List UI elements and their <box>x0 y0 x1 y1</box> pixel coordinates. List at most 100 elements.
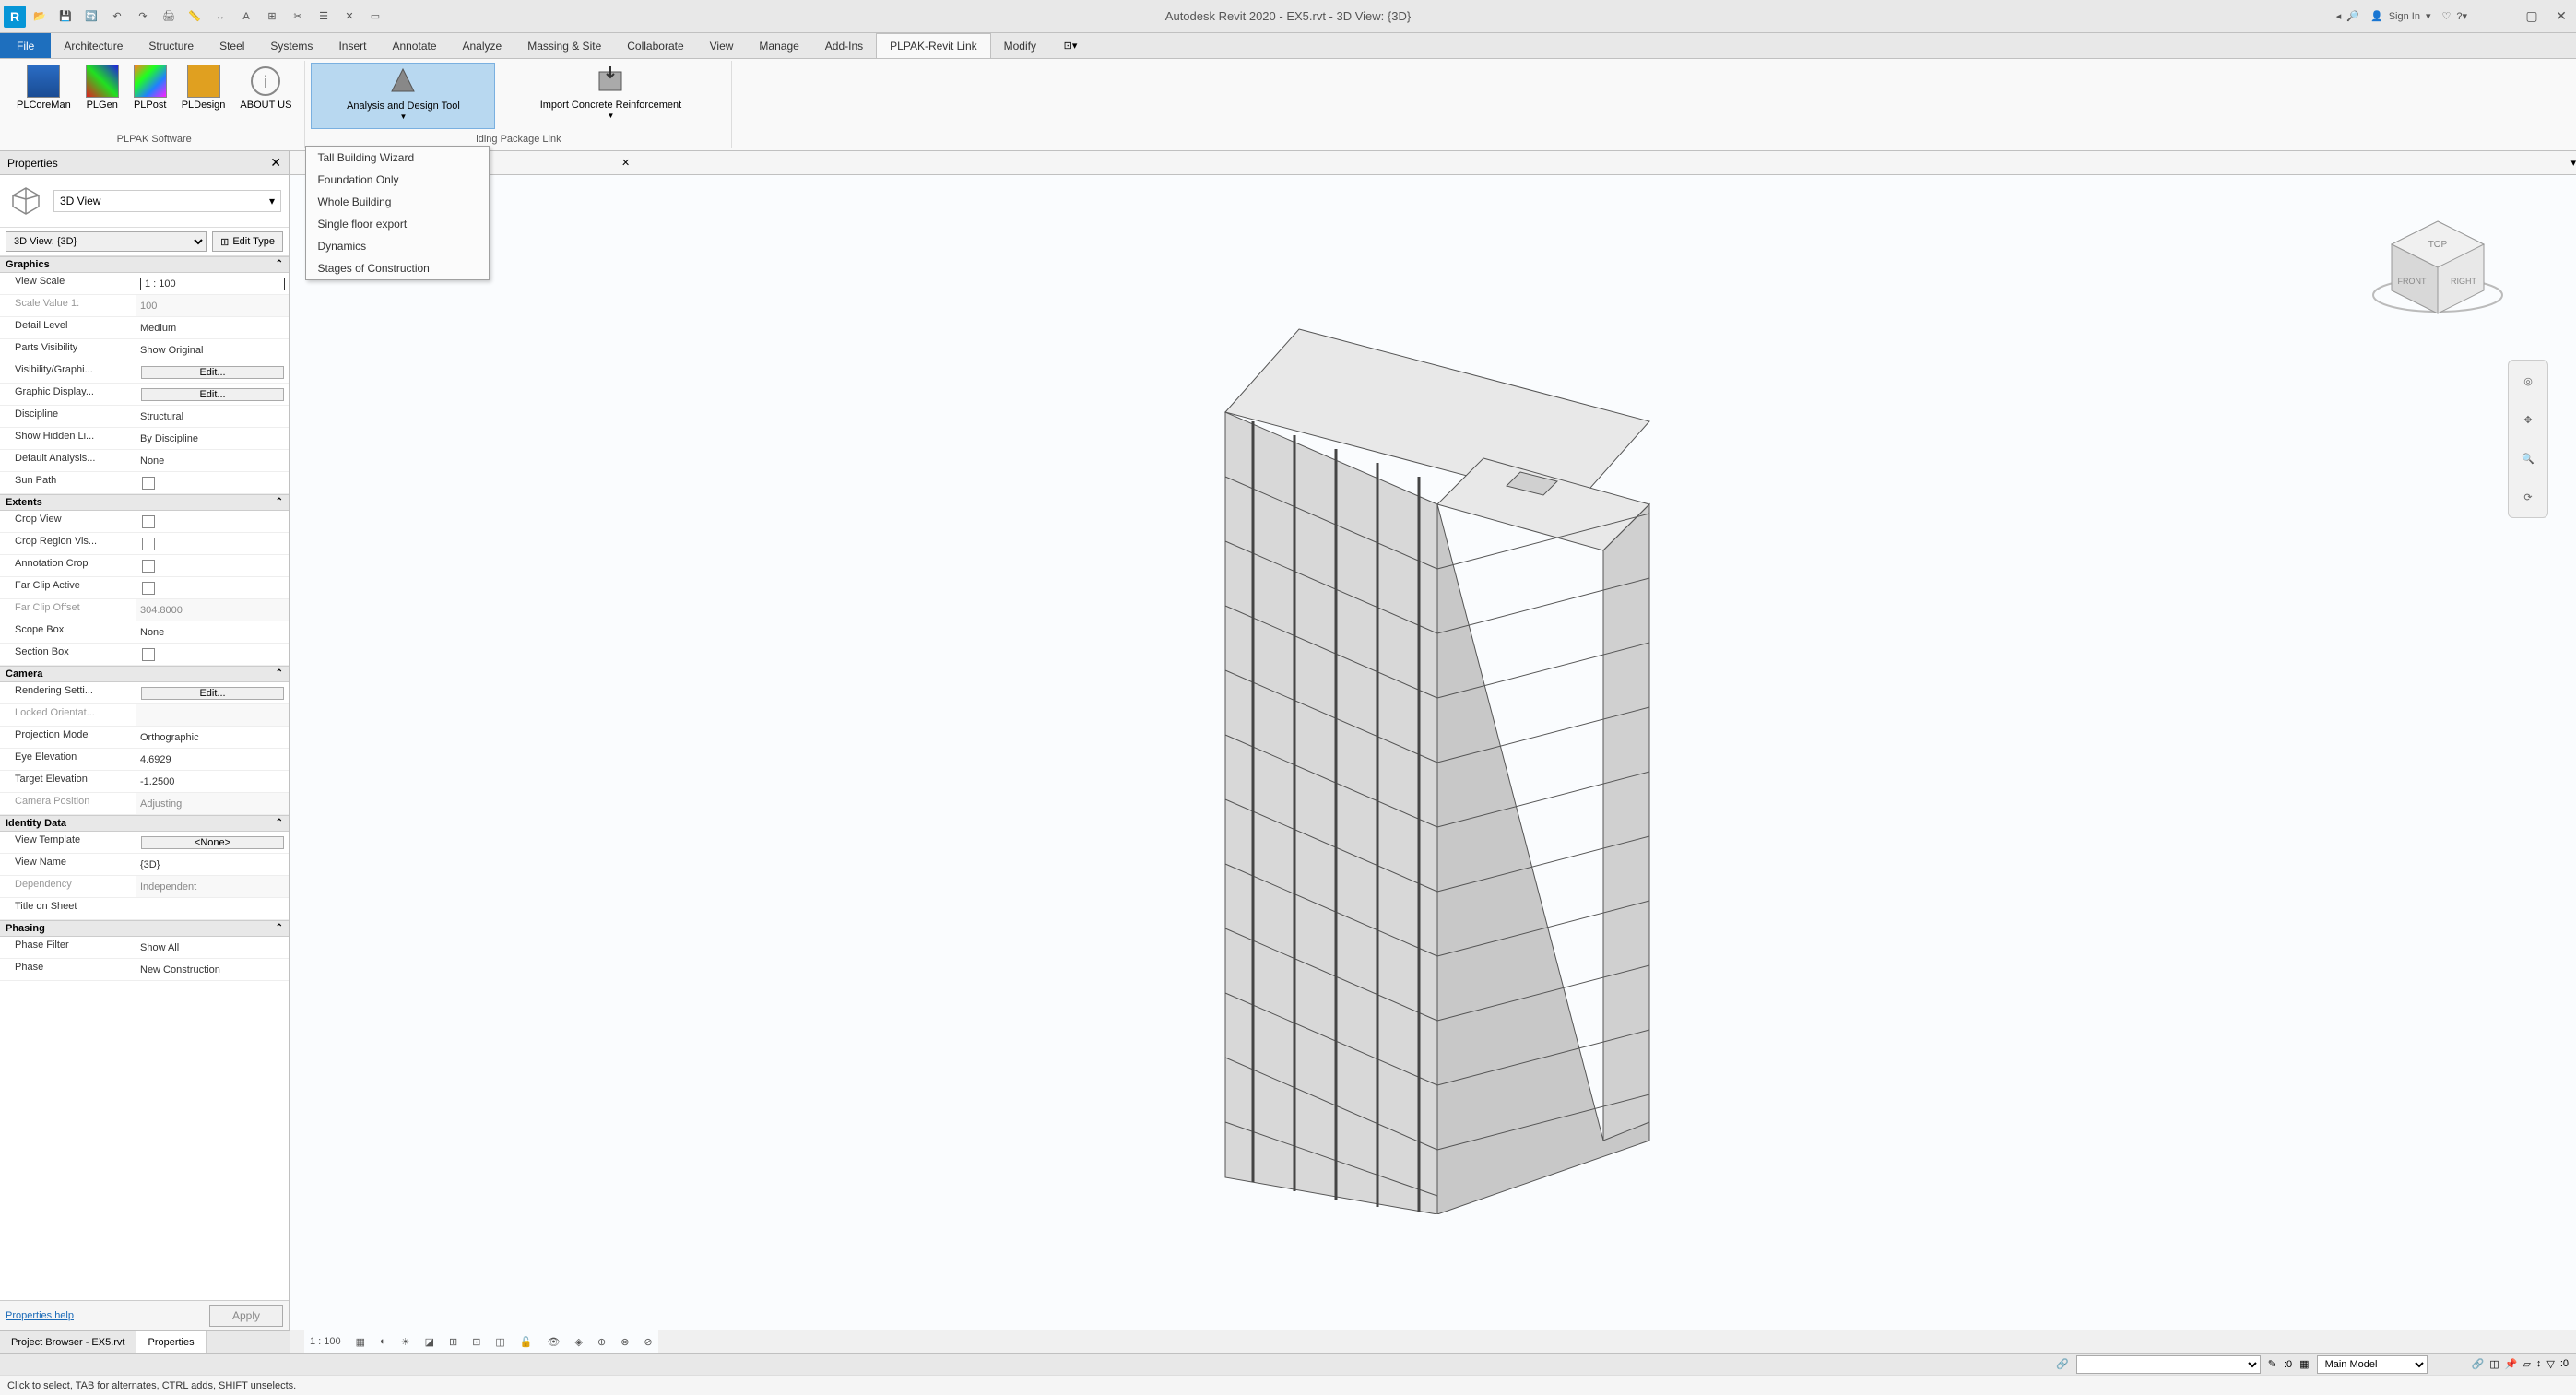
qat-undo-icon[interactable]: ↶ <box>105 5 129 29</box>
tab-close-button[interactable]: ✕ <box>621 157 630 169</box>
section-box-checkbox[interactable] <box>142 648 155 661</box>
type-dropdown[interactable]: 3D View ▾ <box>53 190 281 212</box>
plcoreman-button[interactable]: PLCoreMan <box>9 63 78 129</box>
qat-filter-icon[interactable]: ☰ <box>312 5 336 29</box>
vcb-shadow-icon[interactable]: ◪ <box>419 1336 440 1348</box>
model-select[interactable]: Main Model <box>2317 1355 2428 1374</box>
qat-switch-icon[interactable]: ▭ <box>363 5 387 29</box>
view-scale-input[interactable]: 1 : 100 <box>140 278 285 290</box>
qat-save-icon[interactable]: 💾 <box>53 5 77 29</box>
vcb-reveal-icon[interactable]: ◈ <box>570 1336 588 1348</box>
select-link-icon[interactable]: 🔗 <box>2056 1358 2069 1370</box>
favorites-icon[interactable]: ♡ <box>2441 10 2451 22</box>
graphic-edit-button[interactable]: Edit... <box>141 388 284 401</box>
nav-orbit-icon[interactable]: ⟳ <box>2513 482 2543 512</box>
search-icon[interactable]: 🔎 <box>2346 10 2359 22</box>
tab-modify[interactable]: Modify <box>991 33 1049 58</box>
far-clip-checkbox[interactable] <box>142 582 155 595</box>
view-cube[interactable]: TOP FRONT RIGHT <box>2355 203 2521 332</box>
vcb-crop-icon[interactable]: ⊡ <box>467 1336 486 1348</box>
tab-steel[interactable]: Steel <box>207 33 257 58</box>
apply-button[interactable]: Apply <box>209 1305 283 1327</box>
dropdown-dynamics[interactable]: Dynamics <box>306 235 489 257</box>
qat-section-icon[interactable]: ✂ <box>286 5 310 29</box>
tab-analyze[interactable]: Analyze <box>450 33 515 58</box>
dropdown-foundation[interactable]: Foundation Only <box>306 169 489 191</box>
qat-measure-icon[interactable]: 📏 <box>183 5 207 29</box>
scale-display[interactable]: 1 : 100 <box>304 1336 347 1347</box>
tab-addins[interactable]: Add-Ins <box>812 33 876 58</box>
tab-manage[interactable]: Manage <box>746 33 811 58</box>
dropdown-whole-building[interactable]: Whole Building <box>306 191 489 213</box>
filter-selection-icon[interactable]: ▽ <box>2546 1358 2554 1370</box>
signin-button[interactable]: 👤 Sign In ▾ <box>2365 8 2436 24</box>
qat-redo-icon[interactable]: ↷ <box>131 5 155 29</box>
vcb-detail-icon[interactable]: ▦ <box>350 1336 371 1348</box>
aboutus-button[interactable]: i ABOUT US <box>232 63 299 129</box>
building-model[interactable] <box>1133 292 1732 1214</box>
dropdown-tall-building[interactable]: Tall Building Wizard <box>306 147 489 169</box>
edit-type-button[interactable]: ⊞ Edit Type <box>212 231 283 252</box>
tab-insert[interactable]: Insert <box>325 33 379 58</box>
collapse-icon[interactable]: ⌃ <box>276 497 283 508</box>
filter-pinned-icon[interactable]: 📌 <box>2505 1358 2518 1370</box>
file-tab[interactable]: File <box>0 33 51 58</box>
vcb-analytical-icon[interactable]: ⊗ <box>615 1336 634 1348</box>
import-reinforcement-button[interactable]: Import Concrete Reinforcement ▼ <box>495 63 726 129</box>
keyboard-icon[interactable]: ◂ <box>2336 10 2342 22</box>
help-icon[interactable]: ?▾ <box>2456 10 2467 22</box>
vcb-unlock-icon[interactable]: 🔓 <box>514 1336 538 1348</box>
qat-text-icon[interactable]: A <box>234 5 258 29</box>
filter-drag-icon[interactable]: ↕ <box>2536 1358 2542 1370</box>
workset-select[interactable] <box>2076 1355 2261 1374</box>
dropdown-stages[interactable]: Stages of Construction <box>306 257 489 279</box>
tab-view[interactable]: View <box>697 33 747 58</box>
collapse-icon[interactable]: ⌃ <box>276 668 283 680</box>
crop-view-checkbox[interactable] <box>142 515 155 528</box>
dropdown-single-floor[interactable]: Single floor export <box>306 213 489 235</box>
maximize-button[interactable]: ▢ <box>2521 6 2543 28</box>
tab-plpak[interactable]: PLPAK-Revit Link <box>876 33 990 58</box>
nav-wheel-icon[interactable]: ◎ <box>2513 366 2543 396</box>
category-extents[interactable]: Extents⌃ <box>0 494 289 511</box>
tab-annotate[interactable]: Annotate <box>379 33 449 58</box>
qat-close-hidden-icon[interactable]: ✕ <box>337 5 361 29</box>
category-camera[interactable]: Camera⌃ <box>0 666 289 682</box>
properties-help-link[interactable]: Properties help <box>6 1310 74 1321</box>
qat-align-icon[interactable]: ↔ <box>208 5 232 29</box>
filter-links-icon[interactable]: 🔗 <box>2472 1358 2485 1370</box>
crop-region-checkbox[interactable] <box>142 538 155 550</box>
vcb-constraint-icon[interactable]: ⊕ <box>592 1336 611 1348</box>
editable-icon[interactable]: ✎ <box>2268 1358 2276 1370</box>
drawing-canvas[interactable]: TOP FRONT RIGHT ◎ ✥ 🔍 ⟳ <box>290 175 2576 1330</box>
nav-pan-icon[interactable]: ✥ <box>2513 405 2543 434</box>
category-phasing[interactable]: Phasing⌃ <box>0 920 289 937</box>
category-identity[interactable]: Identity Data⌃ <box>0 815 289 832</box>
pldesign-button[interactable]: PLDesign <box>174 63 233 129</box>
collapse-icon[interactable]: ⌃ <box>276 923 283 934</box>
filter-underlay-icon[interactable]: ◫ <box>2489 1358 2499 1370</box>
visibility-edit-button[interactable]: Edit... <box>141 366 284 379</box>
tab-collaborate[interactable]: Collaborate <box>614 33 696 58</box>
analysis-design-button[interactable]: Analysis and Design Tool ▼ <box>311 63 495 129</box>
vcb-style-icon[interactable]: ◐ <box>374 1336 392 1347</box>
ribbon-options-icon[interactable]: ⊡▾ <box>1057 33 1084 58</box>
qat-window-icon[interactable]: ⊞ <box>260 5 284 29</box>
properties-tab[interactable]: Properties <box>136 1331 206 1353</box>
template-button[interactable]: <None> <box>141 836 284 849</box>
nav-zoom-icon[interactable]: 🔍 <box>2513 443 2543 473</box>
qat-open-icon[interactable]: 📂 <box>28 5 52 29</box>
tab-options-icon[interactable]: ▾ <box>2570 157 2576 169</box>
qat-sync-icon[interactable]: 🔄 <box>79 5 103 29</box>
vcb-cropshow-icon[interactable]: ◫ <box>490 1336 510 1348</box>
collapse-icon[interactable]: ⌃ <box>276 259 283 270</box>
tab-architecture[interactable]: Architecture <box>51 33 136 58</box>
tab-structure[interactable]: Structure <box>136 33 207 58</box>
sun-path-checkbox[interactable] <box>142 477 155 490</box>
vcb-temp-icon[interactable]: 👁 <box>542 1336 566 1348</box>
rendering-edit-button[interactable]: Edit... <box>141 687 284 700</box>
filter-face-icon[interactable]: ▱ <box>2523 1358 2530 1370</box>
instance-select[interactable]: 3D View: {3D} <box>6 231 207 252</box>
plgen-button[interactable]: PLGen <box>78 63 126 129</box>
type-selector[interactable]: 3D View ▾ <box>0 175 289 228</box>
